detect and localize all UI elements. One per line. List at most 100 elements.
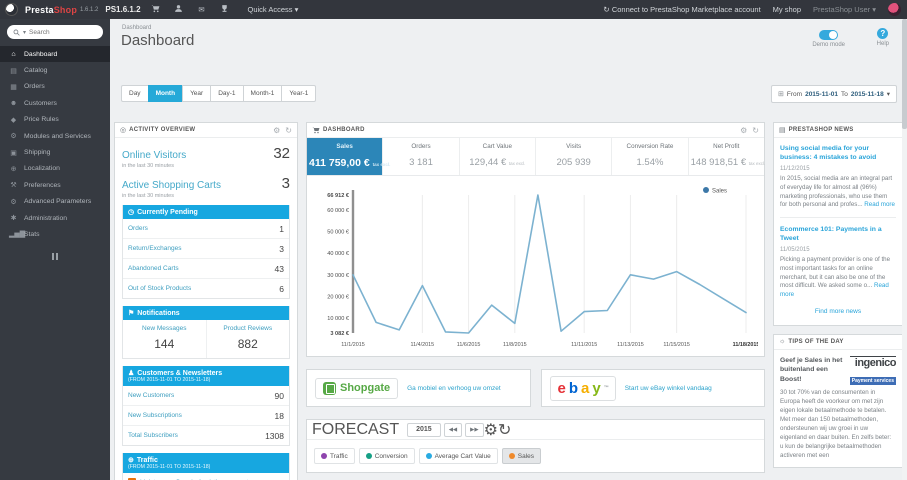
svg-text:3 082 €: 3 082 € <box>330 331 350 337</box>
sales-chart: 66 912 € 60 000 € 50 000 € 40 000 € 30 000 €… <box>327 187 759 348</box>
my-shop-link[interactable]: My shop <box>773 5 801 14</box>
gear-icon[interactable]: ⚙ <box>273 126 280 135</box>
pending-returns-link[interactable]: Return/Exchanges <box>128 245 181 252</box>
new-subscriptions-link[interactable]: New Subscriptions <box>128 412 182 419</box>
news-panel-title: PRESTASHOP NEWS <box>788 127 854 133</box>
lightbulb-icon: ☼ <box>779 338 786 346</box>
sidebar-item-dashboard[interactable]: ⌂ Dashboard <box>0 46 110 63</box>
messages-icon[interactable]: ✉ <box>194 5 210 14</box>
help-icon[interactable]: ? <box>877 28 889 39</box>
sidebar-item-shipping[interactable]: ▣ Shipping <box>0 144 110 160</box>
list-item: Orders 1 <box>123 219 289 239</box>
chevron-down-icon: ▾ <box>886 91 890 98</box>
wrench-icon: ⚒ <box>10 182 17 190</box>
online-visitors-sub: in the last 30 minutes <box>122 163 174 169</box>
sidebar-item-advanced-parameters[interactable]: ⚙ Advanced Parameters <box>0 194 110 210</box>
price-tag-icon: ◆ <box>10 116 17 124</box>
tips-panel-title: TIPS OF THE DAY <box>788 338 844 345</box>
sidebar-search[interactable]: ▾ <box>7 25 103 39</box>
range-day-1-button[interactable]: Day-1 <box>210 85 243 102</box>
legend-average-cart-value-button[interactable]: Average Cart Value <box>418 448 498 464</box>
shopgate-link[interactable]: Ga mobiel en verhoog uw omzet <box>407 385 501 392</box>
tab-cart-value[interactable]: Cart Value 129,44 € tax excl. <box>460 138 536 175</box>
tab-sales[interactable]: Sales 411 759,00 € tax excl. <box>307 138 390 175</box>
new-messages-link[interactable]: New Messages <box>125 325 204 332</box>
sidebar-item-administration[interactable]: ✱ Administration <box>0 210 110 226</box>
total-subscribers-link[interactable]: Total Subscribers <box>128 432 178 439</box>
breadcrumb[interactable]: Dashboard <box>122 25 151 31</box>
next-year-button[interactable]: ▶▶ <box>465 422 484 437</box>
svg-text:11/18/2015: 11/18/2015 <box>733 342 758 348</box>
active-carts-label[interactable]: Active Shopping Carts <box>122 180 221 191</box>
tab-visits[interactable]: Visits 205 939 <box>536 138 613 175</box>
collapse-sidebar-icon[interactable] <box>51 252 59 260</box>
dashboard-panel-title: DASHBOARD <box>323 127 365 133</box>
user-menu[interactable]: PrestaShop User ▾ <box>813 5 876 14</box>
marketplace-connect-link[interactable]: ↻ Connect to PrestaShop Marketplace acco… <box>603 5 760 14</box>
range-month-button[interactable]: Month <box>147 85 183 102</box>
search-scope-caret-icon[interactable]: ▾ <box>23 29 26 36</box>
gear-icon[interactable]: ⚙ <box>740 126 747 135</box>
activity-overview-panel: ◎ ACTIVITY OVERVIEW ⚙ ↻ Online Visitors 3… <box>114 122 298 480</box>
ebay-link[interactable]: Start uw eBay winkel vandaag <box>625 385 712 392</box>
article-title-link[interactable]: Ecommerce 101: Payments in a Tweet <box>780 225 896 243</box>
refresh-icon[interactable]: ↻ <box>752 126 759 135</box>
tab-orders[interactable]: Orders 3 181 <box>383 138 460 175</box>
range-day-button[interactable]: Day <box>121 85 148 102</box>
svg-text:11/15/2015: 11/15/2015 <box>663 342 690 348</box>
refresh-icon[interactable]: ↻ <box>285 126 292 135</box>
tab-net-profit[interactable]: Net Profit 148 918,51 € tax excl. <box>689 138 766 175</box>
currently-pending-section: ◷ Currently Pending Orders 1 Return/Exchan… <box>122 205 290 299</box>
sidebar-item-catalog[interactable]: ▤ Catalog <box>0 62 110 78</box>
customers-title: Customers & Newsletters <box>137 370 223 377</box>
scrollbar[interactable] <box>902 19 907 480</box>
ebay-banner[interactable]: e b a y ™ Start uw eBay winkel vandaag <box>540 369 765 407</box>
legend-conversion-button[interactable]: Conversion <box>358 448 415 464</box>
scrollbar-thumb[interactable] <box>902 19 907 129</box>
activity-panel-title: ACTIVITY OVERVIEW <box>129 127 196 133</box>
refresh-icon[interactable]: ↻ <box>498 420 511 440</box>
read-more-link[interactable]: Read more <box>864 201 895 208</box>
new-customers-link[interactable]: New Customers <box>128 392 174 399</box>
legend-sales-button[interactable]: Sales <box>501 448 541 464</box>
svg-text:66 912 €: 66 912 € <box>327 193 350 199</box>
sidebar-item-localization[interactable]: ⊕ Localization <box>0 161 110 177</box>
demo-mode-toggle[interactable] <box>819 30 839 40</box>
online-visitors-label[interactable]: Online Visitors <box>122 150 186 161</box>
forecast-year-select[interactable]: 2015 <box>407 422 441 437</box>
date-range-picker[interactable]: ⊞ From 2015-11-01 To 2015-11-18 ▾ <box>771 85 897 103</box>
sidebar-item-preferences[interactable]: ⚒ Preferences <box>0 177 110 193</box>
quick-access-menu[interactable]: Quick Access ▾ <box>248 5 299 14</box>
prestashop-logo[interactable] <box>5 3 18 16</box>
shopgate-banner[interactable]: Shopgate Ga mobiel en verhoog uw omzet <box>306 369 531 407</box>
product-reviews-link[interactable]: Product Reviews <box>209 325 288 332</box>
forecast-panel: FORECAST 2015 ◀◀ ▶▶ ⚙ ↻ Traffic Conversi… <box>306 419 765 473</box>
sidebar-item-orders[interactable]: ▦ Orders <box>0 79 110 95</box>
sidebar-item-price-rules[interactable]: ◆ Price Rules <box>0 112 110 128</box>
range-year-1-button[interactable]: Year-1 <box>281 85 317 102</box>
range-year-button[interactable]: Year <box>182 85 211 102</box>
gear-icon[interactable]: ⚙ <box>484 420 498 440</box>
tab-conversion-rate[interactable]: Conversion Rate 1.54% <box>612 138 689 175</box>
admin-icon: ✱ <box>10 215 17 223</box>
sidebar-item-customers[interactable]: ☻ Customers <box>0 95 110 111</box>
sidebar-item-modules[interactable]: ⚙ Modules and Services <box>0 128 110 144</box>
cart-icon[interactable] <box>148 4 164 15</box>
search-input[interactable] <box>29 28 90 36</box>
customer-icon[interactable] <box>171 4 187 15</box>
svg-text:11/8/2015: 11/8/2015 <box>503 342 527 348</box>
svg-text:11/1/2015: 11/1/2015 <box>341 342 365 348</box>
range-month-1-button[interactable]: Month-1 <box>242 85 282 102</box>
trophy-icon[interactable] <box>217 4 233 15</box>
user-avatar[interactable] <box>888 3 901 16</box>
list-item: Out of Stock Products 6 <box>128 283 284 294</box>
pending-out-of-stock-link[interactable]: Out of Stock Products <box>128 285 191 292</box>
pending-abandoned-carts-link[interactable]: Abandoned Carts <box>128 265 179 272</box>
legend-traffic-button[interactable]: Traffic <box>314 448 355 464</box>
find-more-news-link[interactable]: Find more news <box>780 300 896 321</box>
sidebar-item-stats[interactable]: ▂▅▇ Stats <box>0 226 110 242</box>
article-title-link[interactable]: Using social media for your business: 4 … <box>780 144 896 162</box>
pending-orders-link[interactable]: Orders <box>128 225 148 232</box>
newspaper-icon: ▤ <box>779 127 786 134</box>
previous-year-button[interactable]: ◀◀ <box>443 422 463 437</box>
